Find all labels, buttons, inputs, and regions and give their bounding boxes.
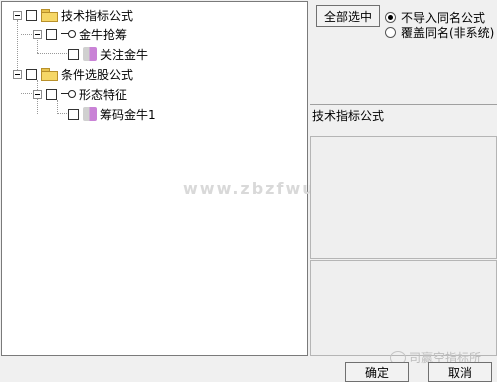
tree-node-guanzhu-jinniu[interactable]: 关注金牛 — [68, 45, 148, 63]
tree-node-label: 技术指标公式 — [61, 8, 134, 23]
collapse-icon[interactable] — [33, 29, 42, 39]
collapse-icon[interactable] — [33, 89, 42, 99]
tree-node-chouma-jinniu[interactable]: 筹码金牛1 — [68, 105, 156, 123]
tree-node-label: 形态特征 — [79, 87, 128, 102]
tree-line — [21, 93, 32, 94]
node-checkbox[interactable] — [26, 9, 37, 21]
radio-label: 覆盖同名(非系统) — [401, 26, 495, 40]
cancel-button[interactable]: 取消 — [428, 362, 492, 382]
collapse-icon[interactable] — [13, 69, 22, 79]
key-icon — [61, 29, 76, 39]
key-icon — [61, 89, 76, 99]
divider — [310, 104, 497, 105]
formula-detail-panel — [310, 260, 497, 356]
node-checkbox[interactable] — [26, 68, 37, 80]
tree-node-label: 金牛抢筹 — [79, 27, 128, 42]
radio-button[interactable] — [385, 27, 396, 38]
folder-icon — [41, 68, 58, 81]
tree-line — [21, 34, 32, 35]
formula-description-panel — [310, 136, 497, 259]
tree-node-label: 关注金牛 — [100, 47, 149, 62]
tree-line — [37, 53, 67, 54]
collapse-icon[interactable] — [13, 10, 22, 20]
formula-icon — [83, 107, 97, 121]
tree-node-label: 条件选股公式 — [61, 67, 134, 82]
tree-node-label: 筹码金牛1 — [100, 107, 156, 122]
node-checkbox[interactable] — [46, 88, 57, 100]
tree-node-pattern-features[interactable]: 形态特征 — [33, 85, 127, 103]
radio-button[interactable] — [385, 12, 396, 23]
tree-node-stock-selection[interactable]: 条件选股公式 — [13, 65, 133, 83]
node-checkbox[interactable] — [68, 48, 79, 60]
ok-button[interactable]: 确定 — [345, 362, 409, 382]
formula-type-title: 技术指标公式 — [312, 109, 385, 123]
select-all-button[interactable]: 全部选中 — [316, 5, 380, 27]
node-checkbox[interactable] — [68, 108, 79, 120]
radio-overwrite-duplicates[interactable]: 覆盖同名(非系统) — [385, 24, 494, 41]
folder-icon — [41, 9, 58, 22]
tree-node-jinniu-qiangchou[interactable]: 金牛抢筹 — [33, 25, 127, 43]
formula-icon — [83, 47, 97, 61]
node-checkbox[interactable] — [46, 28, 57, 40]
tree-node-technical-indicators[interactable]: 技术指标公式 — [13, 6, 133, 24]
